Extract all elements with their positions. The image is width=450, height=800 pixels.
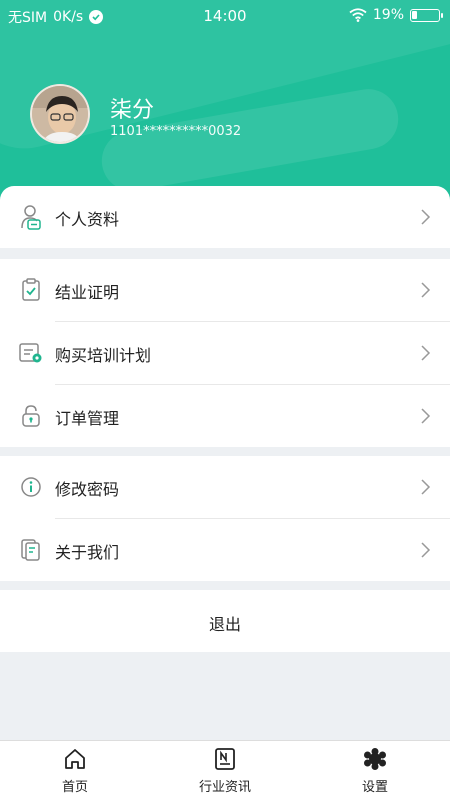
info-circle-icon [18, 473, 44, 501]
avatar[interactable] [30, 84, 90, 144]
tab-industry-news[interactable]: 行业资讯 [150, 741, 300, 800]
chevron-right-icon [421, 408, 431, 424]
chevron-right-icon [421, 542, 431, 558]
battery-percent: 19% [372, 7, 404, 23]
battery-icon [410, 8, 443, 22]
user-name: 柒分 [110, 98, 155, 123]
menu-item-label: 修改密码 [55, 480, 120, 499]
tab-label: 行业资讯 [198, 780, 251, 795]
menu-item-certificate[interactable]: 结业证明 [0, 259, 450, 321]
tab-home[interactable]: 首页 [0, 741, 150, 800]
menu-item-personal-info[interactable]: 个人资料 [0, 186, 450, 248]
menu-group-account: 修改密码 关于我们 [0, 456, 450, 581]
lock-icon [18, 402, 44, 430]
document-icon [18, 536, 44, 564]
menu-item-order-management[interactable]: 订单管理 [0, 385, 450, 447]
menu-item-label: 个人资料 [55, 210, 120, 229]
menu-item-label: 结业证明 [55, 283, 120, 302]
profile-header: 无SIM 0K/s 14:00 19% 柒分 1101**********003… [0, 0, 450, 200]
plan-document-icon [18, 339, 44, 367]
logout-button[interactable]: 退出 [0, 590, 450, 652]
menu-item-change-password[interactable]: 修改密码 [0, 456, 450, 518]
menu-item-about-us[interactable]: 关于我们 [0, 519, 450, 581]
tab-label: 首页 [61, 780, 88, 795]
user-phone: 1101**********0032 [110, 124, 242, 139]
menu-group-training: 结业证明 购买培训计划 订单管理 [0, 259, 450, 447]
menu-item-label: 购买培训计划 [55, 346, 152, 365]
status-bar: 无SIM 0K/s 14:00 19% [0, 0, 450, 32]
tab-label: 设置 [361, 780, 388, 795]
menu-item-label: 关于我们 [55, 543, 120, 562]
home-icon [65, 749, 85, 769]
logout-label: 退出 [208, 615, 241, 634]
settings-icon [364, 748, 386, 770]
menu-item-buy-training-plan[interactable]: 购买培训计划 [0, 322, 450, 384]
news-icon [215, 748, 235, 770]
tab-bar: 首页 行业资讯 设置 [0, 740, 450, 800]
chevron-right-icon [421, 282, 431, 298]
chevron-right-icon [421, 479, 431, 495]
wifi-icon [349, 8, 367, 22]
menu-group-profile: 个人资料 [0, 186, 450, 248]
clipboard-check-icon [18, 276, 44, 304]
user-profile-icon [18, 203, 44, 231]
tab-settings[interactable]: 设置 [300, 741, 450, 800]
chevron-right-icon [421, 209, 431, 225]
menu-item-label: 订单管理 [55, 409, 120, 428]
chevron-right-icon [421, 345, 431, 361]
